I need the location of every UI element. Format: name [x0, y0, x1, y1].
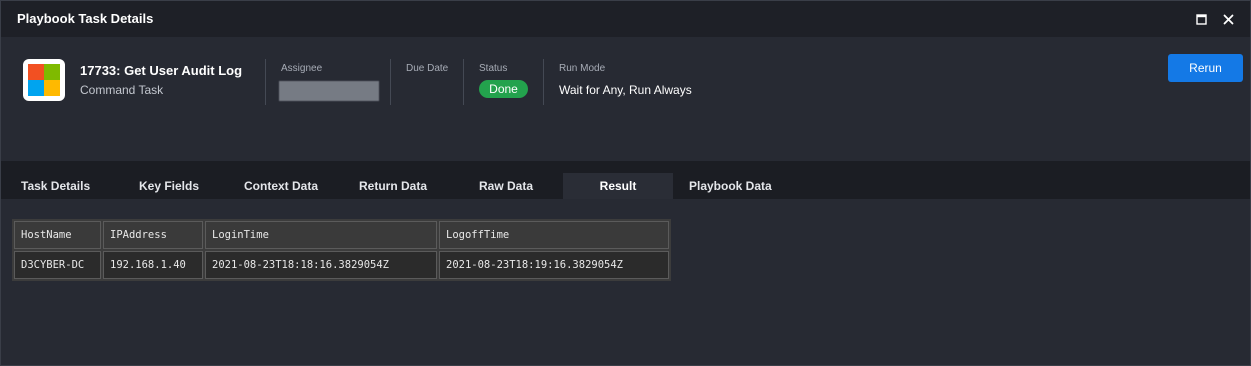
status-label: Status — [479, 63, 508, 74]
rerun-button[interactable]: Rerun — [1168, 54, 1243, 82]
maximize-button[interactable] — [1191, 9, 1211, 29]
cell-hostname: D3CYBER-DC — [14, 251, 101, 279]
close-icon — [1223, 14, 1233, 24]
cell-logintime: 2021-08-23T18:18:16.3829054Z — [205, 251, 437, 279]
result-table: HostName IPAddress LoginTime LogoffTime … — [12, 219, 671, 281]
task-title: 17733: Get User Audit Log — [80, 63, 243, 78]
table-row: D3CYBER-DC 192.168.1.40 2021-08-23T18:18… — [14, 251, 669, 279]
run-mode-value: Wait for Any, Run Always — [559, 83, 692, 97]
divider — [265, 59, 266, 105]
status-badge: Done — [479, 80, 528, 98]
assignee-label: Assignee — [281, 63, 323, 74]
cell-logofftime: 2021-08-23T18:19:16.3829054Z — [439, 251, 669, 279]
tab-task-details[interactable]: Task Details — [21, 173, 90, 199]
close-button[interactable] — [1218, 9, 1238, 29]
divider — [390, 59, 391, 105]
tab-raw-data[interactable]: Raw Data — [479, 173, 533, 199]
maximize-icon — [1195, 13, 1207, 25]
tab-key-fields[interactable]: Key Fields — [139, 173, 199, 199]
run-mode-label: Run Mode — [559, 63, 606, 74]
column-header-hostname: HostName — [14, 221, 101, 249]
task-header: 17733: Get User Audit Log Command Task A… — [1, 37, 1250, 161]
tab-bar: Task Details Key Fields Context Data Ret… — [1, 161, 1250, 199]
tab-result[interactable]: Result — [563, 173, 673, 199]
divider — [463, 59, 464, 105]
microsoft-logo-icon — [23, 59, 65, 101]
column-header-ipaddress: IPAddress — [103, 221, 203, 249]
divider — [543, 59, 544, 105]
column-header-logofftime: LogoffTime — [439, 221, 669, 249]
tab-playbook-data[interactable]: Playbook Data — [689, 173, 772, 199]
window-title: Playbook Task Details — [17, 11, 154, 26]
assignee-value-redacted — [279, 81, 379, 101]
table-header-row: HostName IPAddress LoginTime LogoffTime — [14, 221, 669, 249]
title-bar: Playbook Task Details — [1, 1, 1250, 37]
cell-ipaddress: 192.168.1.40 — [103, 251, 203, 279]
playbook-task-details-window: Playbook Task Details 17733: Get User Au… — [0, 0, 1251, 366]
column-header-logintime: LoginTime — [205, 221, 437, 249]
task-type: Command Task — [80, 83, 164, 97]
tab-context-data[interactable]: Context Data — [244, 173, 318, 199]
tab-return-data[interactable]: Return Data — [359, 173, 427, 199]
due-date-label: Due Date — [406, 63, 449, 74]
